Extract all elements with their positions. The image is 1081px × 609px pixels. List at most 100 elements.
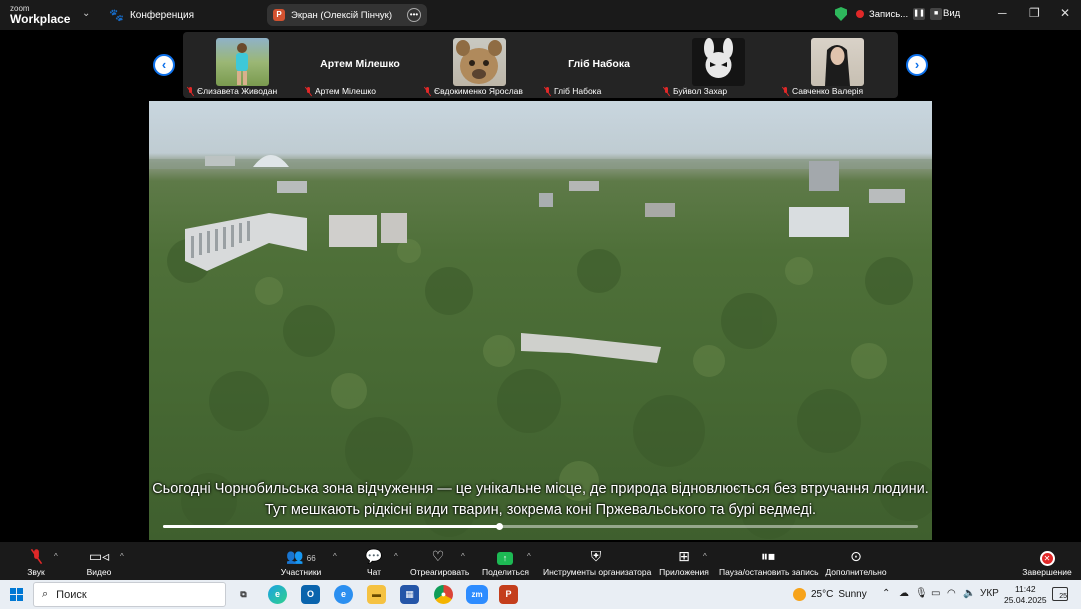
shared-screen[interactable]: Сьогодні Чорнобильська зона відчуження —… bbox=[149, 101, 932, 540]
chrome-icon[interactable]: ● bbox=[434, 585, 453, 604]
volume-icon[interactable]: 🔈 bbox=[963, 588, 975, 599]
language-indicator[interactable]: УКР bbox=[980, 588, 999, 599]
meeting-toolbar: Звук ^ ▭◃ Видео ^ 👥 66 Участники ^ 💬 Чат … bbox=[0, 542, 1081, 580]
share-options-caret[interactable]: ^ bbox=[527, 552, 531, 561]
participant-name: Єлизавета Живодан bbox=[187, 86, 277, 96]
pause-stop-icon: ⏸⏹ bbox=[761, 548, 775, 564]
participants-count: 66 bbox=[306, 554, 316, 563]
view-label: Вид bbox=[943, 8, 961, 19]
muted-mic-icon bbox=[305, 86, 312, 96]
video-progress-fill bbox=[163, 525, 499, 528]
brand-line2: Workplace bbox=[10, 12, 71, 26]
subtitle-line-1: Сьогодні Чорнобильська зона відчуження —… bbox=[152, 481, 929, 497]
minimize-icon[interactable]: ─ bbox=[998, 6, 1007, 20]
tray-overflow-icon[interactable]: ⌃ bbox=[882, 588, 890, 599]
participant-tile[interactable]: Гліб Набока Гліб Набока bbox=[540, 32, 658, 98]
participant-big-name: Гліб Набока bbox=[568, 58, 630, 70]
audio-options-caret[interactable]: ^ bbox=[54, 552, 58, 561]
chat-icon: 💬 bbox=[365, 548, 383, 564]
windows-taskbar: ⌕ Поиск ⧉ e O e ▬ ▦ ● zm P 25°C Sunny ⌃ … bbox=[0, 580, 1081, 609]
video-camera-icon: ▭◃ bbox=[88, 548, 110, 564]
muted-mic-icon bbox=[782, 86, 789, 96]
shield-icon[interactable] bbox=[835, 7, 847, 21]
battery-icon[interactable]: ▭ bbox=[931, 588, 940, 599]
video-seek-handle[interactable] bbox=[495, 523, 503, 530]
stop-recording-icon[interactable]: ■ bbox=[930, 8, 943, 20]
host-tools-button[interactable]: ⛨ Инструменты организатора bbox=[543, 547, 651, 577]
notifications-count: 25 bbox=[1059, 593, 1067, 600]
more-button[interactable]: ⊙ Дополнительно bbox=[825, 547, 887, 577]
edge-icon[interactable]: e bbox=[268, 585, 287, 604]
pause-recording-icon[interactable]: ❚❚ bbox=[913, 8, 926, 20]
react-button[interactable]: ♡ Отреагировать bbox=[410, 547, 469, 577]
chat-button[interactable]: 💬 Чат bbox=[362, 547, 386, 577]
weather-text: Sunny bbox=[838, 589, 867, 600]
internet-explorer-icon[interactable]: e bbox=[334, 585, 353, 604]
powerpoint-app-icon[interactable]: P bbox=[499, 585, 518, 604]
video-seek-bar[interactable] bbox=[163, 523, 918, 530]
participant-tile[interactable]: Євдокименко Ярослав bbox=[420, 32, 538, 98]
end-meeting-button[interactable]: ✕ Завершение bbox=[1022, 547, 1072, 577]
participant-tile[interactable]: Буйвол Захар bbox=[659, 32, 777, 98]
video-options-caret[interactable]: ^ bbox=[120, 552, 124, 561]
share-button[interactable]: ↑ Поделиться bbox=[482, 547, 529, 577]
participant-name: Артем Мілешко bbox=[305, 86, 376, 96]
zoom-logo: zoom Workplace bbox=[10, 4, 71, 26]
clock-date: 25.04.2025 bbox=[1004, 595, 1047, 605]
outlook-icon[interactable]: O bbox=[301, 585, 320, 604]
conference-menu[interactable]: 🐾 Конференция bbox=[109, 8, 194, 22]
taskbar-search[interactable]: ⌕ Поиск bbox=[33, 582, 226, 607]
participant-tile[interactable]: Артем Мілешко Артем Мілешко bbox=[301, 32, 419, 98]
participant-name: Савченко Валерія bbox=[782, 86, 863, 96]
pause-stop-recording-button[interactable]: ⏸⏹ Пауза/остановить запись bbox=[719, 547, 819, 577]
share-source-pill[interactable]: P Экран (Олексій Пінчук) ••• bbox=[267, 4, 427, 26]
task-view-icon[interactable]: ⧉ bbox=[234, 585, 253, 604]
share-source-label: Экран (Олексій Пінчук) bbox=[291, 9, 392, 21]
microphone-icon[interactable]: 🎙 bbox=[915, 588, 928, 599]
share-screen-icon: ↑ bbox=[482, 547, 528, 565]
conference-label: Конференция bbox=[129, 9, 195, 21]
participant-photo bbox=[692, 38, 745, 86]
participant-photo bbox=[811, 38, 864, 86]
chat-options-caret[interactable]: ^ bbox=[394, 552, 398, 561]
participants-button[interactable]: 👥 66 Участники bbox=[278, 547, 324, 577]
sun-icon bbox=[793, 588, 806, 601]
participant-photo bbox=[216, 38, 269, 86]
video-button[interactable]: ▭◃ Видео bbox=[82, 547, 116, 577]
more-options-icon[interactable]: ••• bbox=[407, 8, 421, 22]
zoom-app-icon[interactable]: zm bbox=[466, 585, 488, 604]
restore-icon[interactable]: ❐ bbox=[1029, 6, 1040, 20]
forest-scene bbox=[149, 155, 932, 539]
participants-options-caret[interactable]: ^ bbox=[333, 552, 337, 561]
react-options-caret[interactable]: ^ bbox=[461, 552, 465, 561]
end-meeting-icon: ✕ bbox=[1022, 547, 1072, 566]
close-icon[interactable]: ✕ bbox=[1060, 6, 1070, 20]
participant-name: Буйвол Захар bbox=[663, 86, 727, 96]
view-menu[interactable]: Вид bbox=[943, 8, 960, 19]
next-page-button[interactable]: › bbox=[906, 54, 928, 76]
windows-start-icon[interactable] bbox=[10, 588, 23, 601]
weather-widget[interactable]: 25°C Sunny bbox=[793, 588, 867, 601]
store-icon[interactable]: ▦ bbox=[400, 585, 419, 604]
file-explorer-icon[interactable]: ▬ bbox=[367, 585, 386, 604]
chevron-down-icon[interactable]: ⌄ bbox=[82, 8, 90, 19]
onedrive-icon[interactable]: ☁ bbox=[899, 588, 909, 599]
notifications-icon[interactable]: 25 bbox=[1052, 587, 1068, 601]
muted-mic-icon bbox=[22, 547, 50, 565]
powerpoint-icon: P bbox=[273, 9, 285, 21]
participant-tile[interactable]: Савченко Валерія bbox=[778, 32, 896, 98]
participant-tile[interactable]: Єлизавета Живодан bbox=[183, 32, 301, 98]
weather-temp: 25°C bbox=[811, 589, 834, 600]
title-bar: zoom Workplace ⌄ 🐾 Конференция P Экран (… bbox=[0, 0, 1081, 30]
audio-button[interactable]: Звук bbox=[22, 547, 50, 577]
paw-icon: 🐾 bbox=[109, 8, 124, 22]
recording-label: Запись... bbox=[869, 8, 909, 20]
heart-icon: ♡ bbox=[431, 548, 445, 564]
wifi-icon[interactable]: ◠ bbox=[947, 588, 956, 599]
participant-photo bbox=[453, 38, 506, 86]
system-clock[interactable]: 11:42 25.04.2025 bbox=[1004, 584, 1047, 606]
prev-page-button[interactable]: ‹ bbox=[153, 54, 175, 76]
apps-options-caret[interactable]: ^ bbox=[703, 552, 707, 561]
apps-button[interactable]: ⊞ Приложения bbox=[659, 547, 709, 577]
participant-name: Гліб Набока bbox=[544, 86, 601, 96]
